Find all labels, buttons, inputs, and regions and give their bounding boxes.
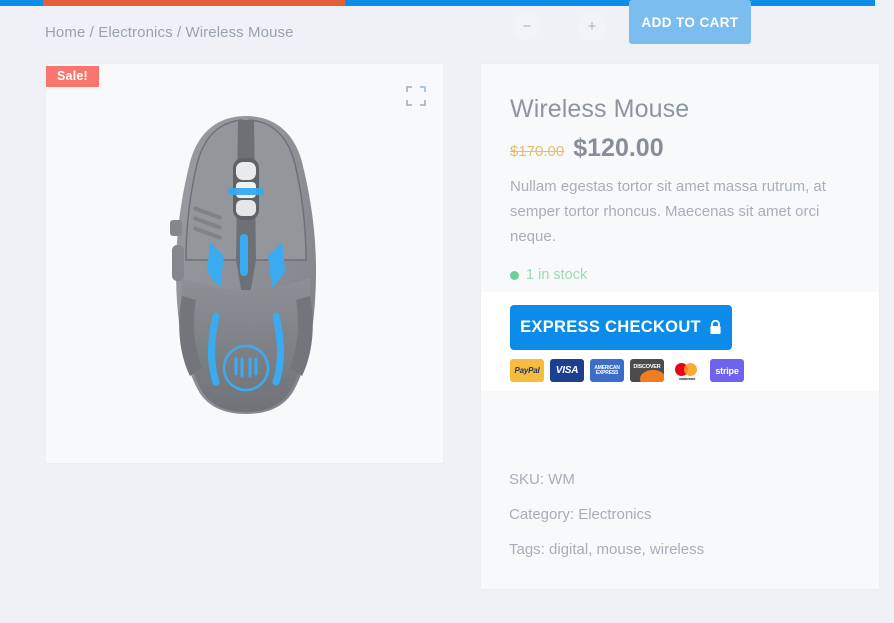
- product-gallery-card: Sale!: [45, 63, 444, 464]
- tags-line[interactable]: Tags: digital, mouse, wireless: [509, 541, 704, 558]
- discover-icon: DISCOVER: [630, 359, 664, 382]
- mastercard-icon: mastercard: [670, 359, 704, 382]
- add-to-cart-row: [481, 400, 879, 460]
- price-current: $120.00: [573, 134, 664, 162]
- price-original: $170.00: [510, 143, 565, 160]
- stock-dot-icon: [510, 270, 519, 280]
- visa-icon: VISA: [550, 359, 584, 382]
- sku-line: SKU: WM: [509, 471, 575, 488]
- sale-badge: Sale!: [46, 66, 99, 87]
- breadcrumb[interactable]: Home / Electronics / Wireless Mouse: [45, 24, 294, 41]
- add-to-cart-button[interactable]: ADD TO CART: [629, 0, 751, 44]
- express-checkout-section: EXPRESS CHECKOUT PayPal VISA AMERICAN EX…: [481, 292, 879, 391]
- stripe-icon: stripe: [710, 359, 744, 382]
- price-row: $170.00 $120.00: [510, 134, 664, 163]
- express-checkout-button[interactable]: EXPRESS CHECKOUT: [510, 305, 732, 350]
- stock-status: 1 in stock: [510, 267, 587, 283]
- quantity-decrease-button[interactable]: −: [513, 12, 541, 40]
- top-progress-bar: [0, 0, 894, 6]
- product-meta: SKU: WM Category: Electronics Tags: digi…: [509, 471, 704, 576]
- product-description: Nullam egestas tortor sit amet massa rut…: [510, 178, 826, 245]
- progress-segment-orange: [43, 0, 345, 6]
- american-express-icon: AMERICAN EXPRESS: [590, 359, 624, 382]
- progress-segment-blue-left: [0, 0, 43, 6]
- express-checkout-label: EXPRESS CHECKOUT: [520, 318, 701, 336]
- stock-label: 1 in stock: [526, 267, 588, 283]
- lock-icon: [710, 320, 721, 334]
- progress-segment-blue-right: [345, 0, 875, 6]
- category-line[interactable]: Category: Electronics: [509, 506, 704, 523]
- expand-icon[interactable]: [406, 86, 426, 106]
- quantity-input[interactable]: [541, 12, 578, 40]
- paypal-icon: PayPal: [510, 359, 544, 382]
- payment-methods: PayPal VISA AMERICAN EXPRESS DISCOVER ma…: [510, 359, 744, 382]
- quantity-increase-button[interactable]: +: [578, 12, 606, 40]
- wireless-mouse-illustration: [169, 115, 316, 414]
- page-title: Wireless Mouse: [510, 95, 690, 123]
- product-image[interactable]: [46, 64, 445, 465]
